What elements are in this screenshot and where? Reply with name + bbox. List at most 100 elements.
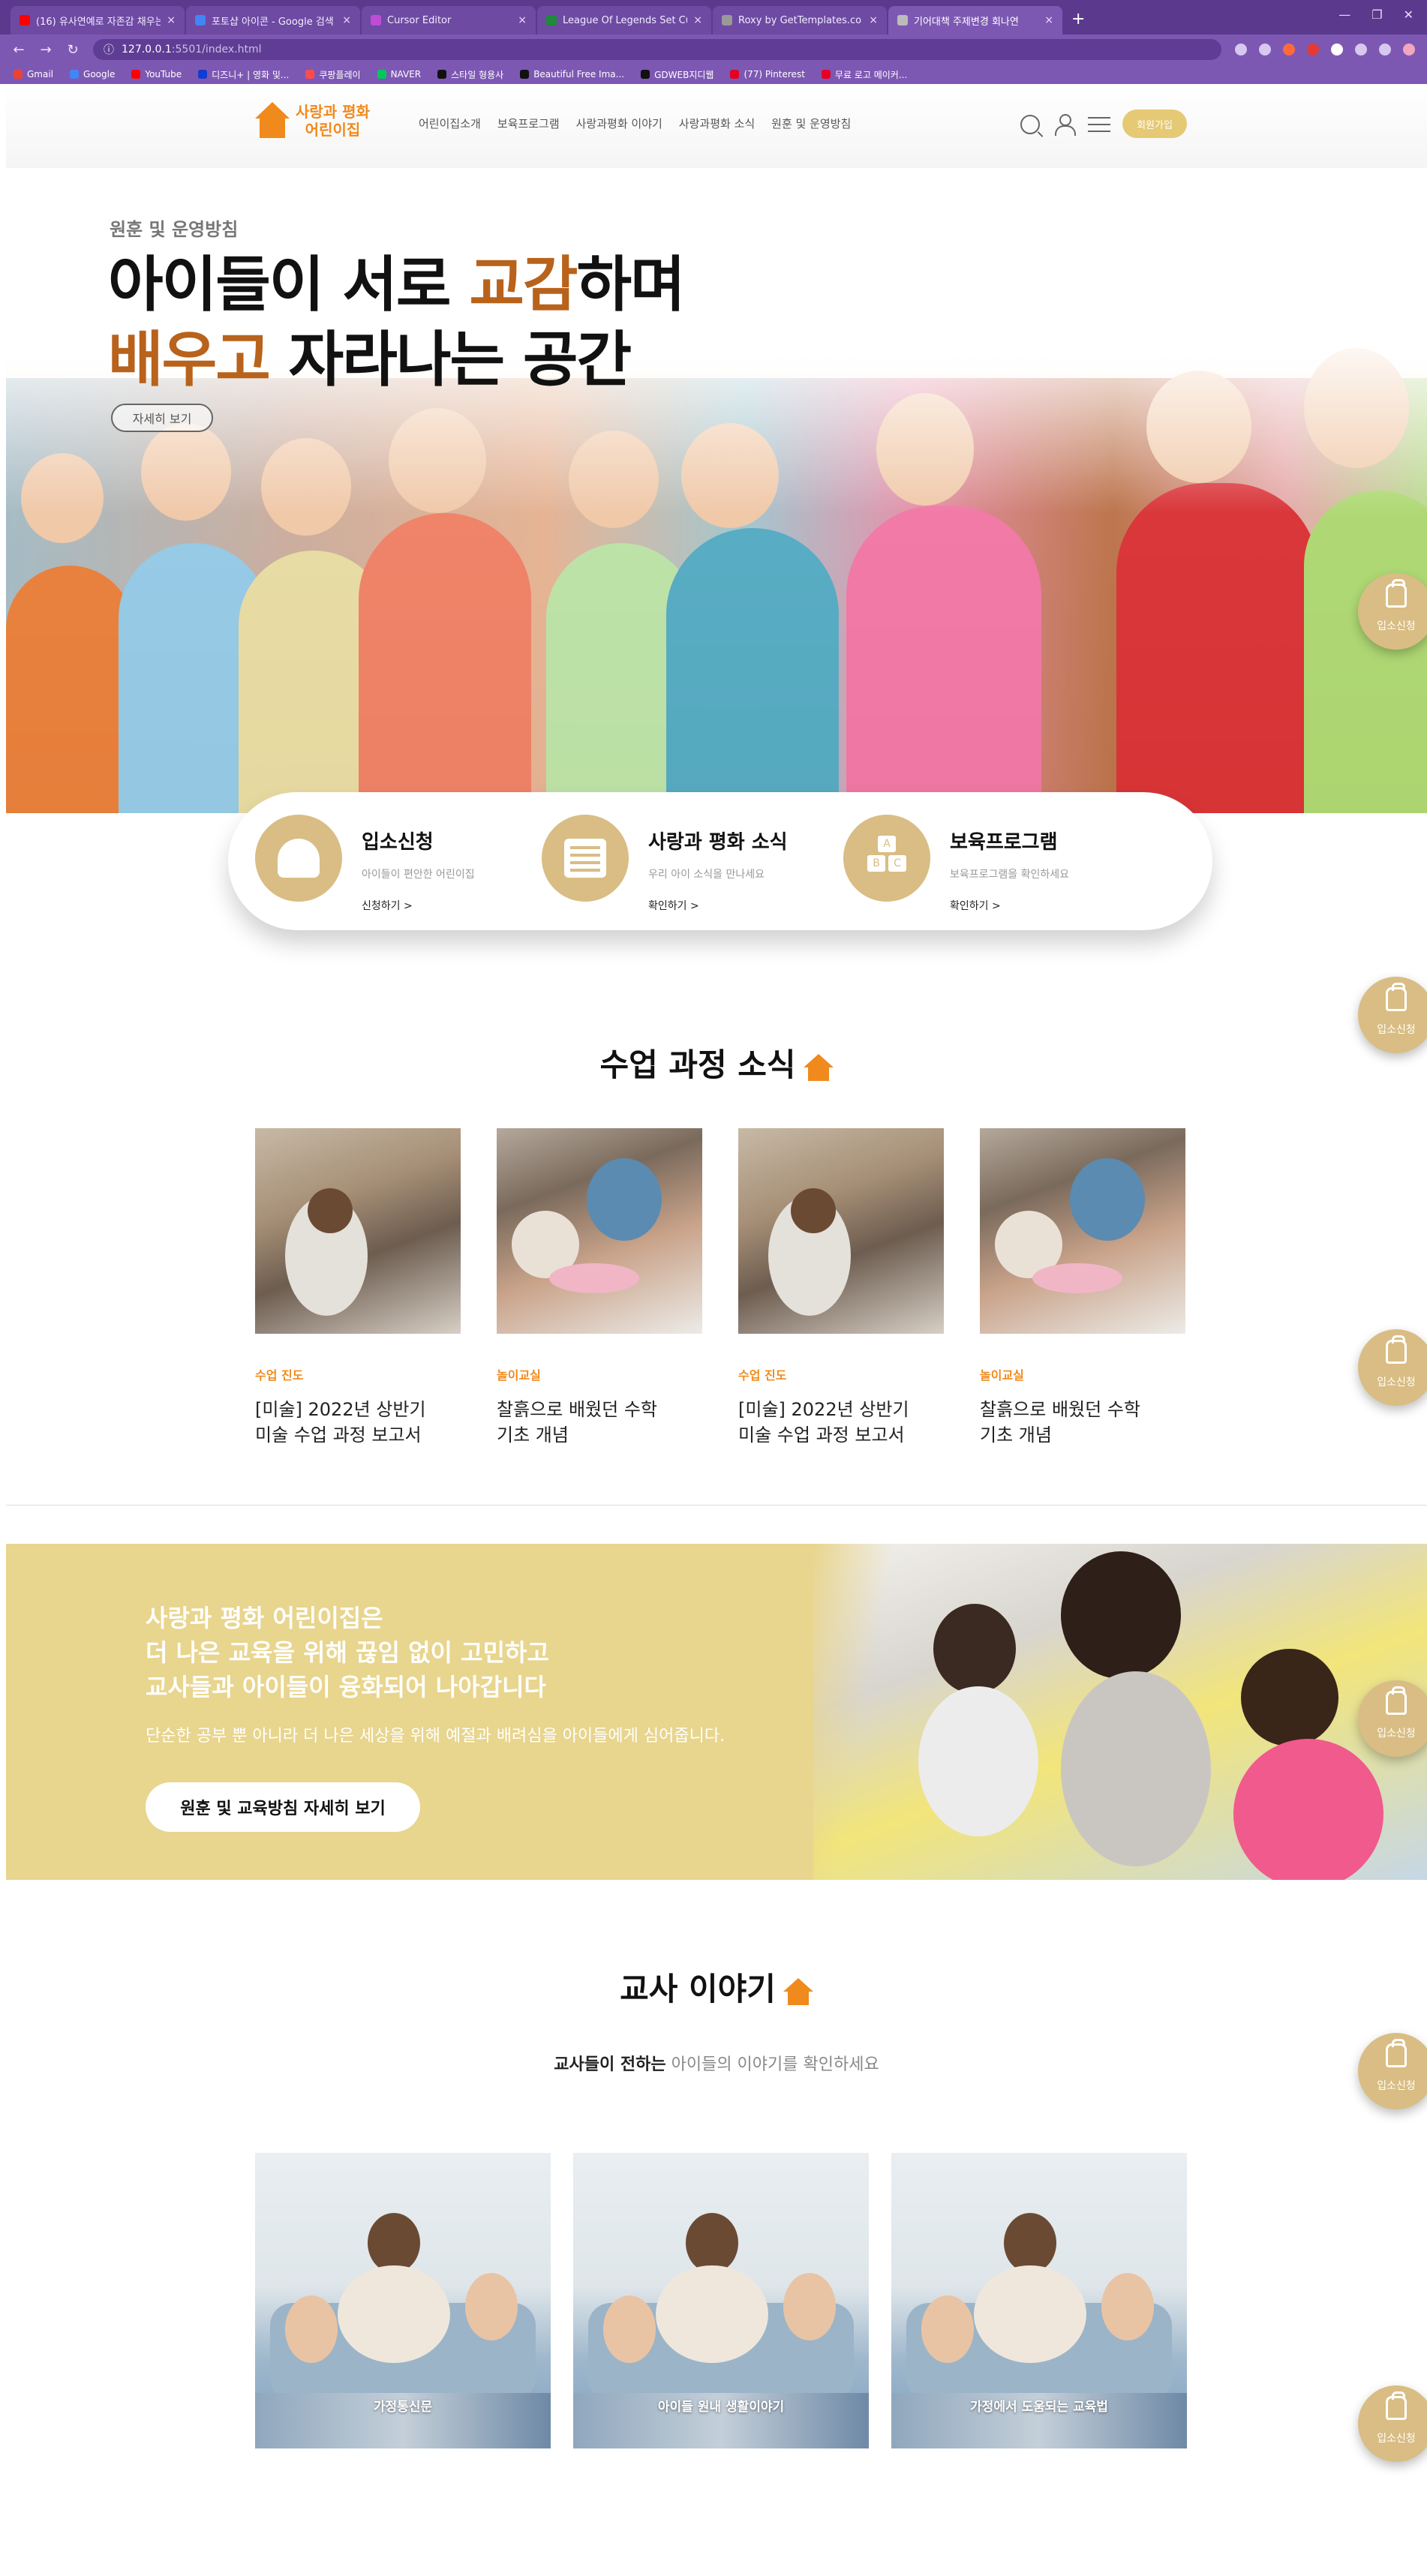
puzzle-icon[interactable]: [1355, 44, 1367, 56]
bookmark-item[interactable]: 디즈니+ | 영화 및...: [198, 68, 289, 81]
teacher-story-card[interactable]: 아이들 원내 생활이야기: [573, 2153, 869, 2448]
close-window-icon[interactable]: ✕: [1404, 8, 1413, 22]
favicon-icon: [20, 15, 30, 26]
favicon-icon: [722, 15, 732, 26]
close-icon[interactable]: ×: [167, 14, 176, 26]
bookmark-item[interactable]: Gmail: [14, 69, 53, 80]
favicon-icon: [195, 15, 206, 26]
nav-item-news[interactable]: 사랑과평화 소식: [679, 116, 755, 131]
close-icon[interactable]: ×: [342, 14, 351, 26]
close-icon[interactable]: ×: [869, 14, 878, 26]
sidebar-icon[interactable]: [1379, 44, 1391, 56]
bookmark-item[interactable]: YouTube: [131, 69, 182, 80]
favicon-icon: [546, 15, 557, 26]
nav-item-policy[interactable]: 원훈 및 운영방침: [771, 116, 851, 131]
teacher-story-card[interactable]: 가정에서 도움되는 교육법: [891, 2153, 1187, 2448]
bookmark-item[interactable]: 무료 로고 메이커...: [821, 68, 907, 81]
close-icon[interactable]: ×: [518, 14, 527, 26]
header-icons: [1020, 114, 1110, 136]
info-icon[interactable]: ⓘ: [104, 42, 114, 57]
extension-icons: [1235, 44, 1415, 56]
browser-tab[interactable]: Roxy by GetTemplates.co ×: [713, 6, 887, 35]
forward-icon[interactable]: →: [39, 42, 53, 58]
bookmark-item[interactable]: Google: [70, 69, 115, 80]
nav-item-about[interactable]: 어린이집소개: [419, 116, 481, 131]
house-icon: [783, 1977, 813, 2007]
teacher-story-card[interactable]: 가정통신문: [255, 2153, 551, 2448]
maximize-icon[interactable]: ❐: [1371, 8, 1382, 22]
bookmark-icon: [131, 70, 141, 79]
bookmark-star-icon[interactable]: [1259, 44, 1271, 56]
floating-apply-button[interactable]: 입소신청: [1358, 573, 1427, 650]
favicon-icon: [371, 15, 381, 26]
extension-icon[interactable]: [1331, 44, 1343, 56]
browser-tab-active[interactable]: 기어대책 주제변경 회나연 ×: [888, 6, 1062, 35]
back-icon[interactable]: ←: [12, 42, 26, 58]
nav-item-program[interactable]: 보육프로그램: [497, 116, 560, 131]
quick-item-news[interactable]: 사랑과 평화 소식 우리 아이 소식을 만나세요 확인하기 >: [542, 815, 788, 913]
backpack-icon: [1386, 1686, 1407, 1715]
philosophy-more-button[interactable]: 원훈 및 교육방침 자세히 보기: [146, 1782, 420, 1832]
floating-apply-button[interactable]: 입소신청: [1358, 2033, 1427, 2109]
address-bar[interactable]: ⓘ 127.0.0.1:5501/index.html: [93, 39, 1221, 60]
class-news-title: 수업 과정 소식: [6, 1040, 1427, 1085]
profile-avatar[interactable]: [1403, 44, 1415, 56]
quick-link[interactable]: 신청하기 >: [362, 898, 475, 913]
browser-tab[interactable]: League Of Legends Set Cursor×: [537, 6, 711, 35]
browser-toolbar: ← → ↻ ⓘ 127.0.0.1:5501/index.html: [0, 35, 1427, 65]
bookmark-item[interactable]: 스타일 형용사: [437, 68, 503, 81]
bookmark-item[interactable]: 쿠팡플레이: [305, 68, 361, 81]
minimize-icon[interactable]: —: [1338, 8, 1350, 22]
browser-tab[interactable]: (16) 유사연예로 자존감 채우는 ×: [11, 6, 185, 35]
news-card[interactable]: 수업 진도 [미술] 2022년 상반기 미술 수업 과정 보고서: [738, 1128, 944, 1448]
bookmark-item[interactable]: GDWEB지디웹: [641, 68, 714, 81]
news-card[interactable]: 놀이교실 찰흙으로 배웠던 수학 기초 개념: [497, 1128, 702, 1448]
favicon-icon: [897, 15, 908, 26]
logo-line1: 사랑과 평화: [296, 103, 370, 121]
new-tab-button[interactable]: +: [1071, 10, 1085, 29]
browser-tab[interactable]: Cursor Editor ×: [362, 6, 536, 35]
extension-icon[interactable]: [1283, 44, 1295, 56]
join-button[interactable]: 회원가입: [1122, 110, 1187, 138]
logo-line2: 어린이집: [305, 121, 361, 139]
bookmark-icon: [520, 70, 530, 79]
floating-apply-button[interactable]: 입소신청: [1358, 1329, 1427, 1406]
news-card[interactable]: 수업 진도 [미술] 2022년 상반기 미술 수업 과정 보고서: [255, 1128, 461, 1448]
news-thumbnail: [497, 1128, 702, 1334]
bookmark-item[interactable]: NAVER: [377, 69, 421, 80]
teacher-card-caption: 가정통신문: [373, 2400, 433, 2415]
hero-subtitle: 원훈 및 운영방침: [110, 219, 239, 240]
nav-item-story[interactable]: 사랑과평화 이야기: [576, 116, 662, 131]
bookmark-icon: [641, 70, 650, 79]
teacher-story-subtitle: 교사들이 전하는 아이들의 이야기를 확인하세요: [554, 2055, 879, 2074]
bookmark-item[interactable]: (77) Pinterest: [730, 69, 805, 80]
section-divider: [6, 1505, 1427, 1506]
main-nav: 어린이집소개 보육프로그램 사랑과평화 이야기 사랑과평화 소식 원훈 및 운영…: [419, 116, 851, 131]
news-card[interactable]: 놀이교실 찰흙으로 배웠던 수학 기초 개념: [980, 1128, 1185, 1448]
teacher-story-title: 교사 이야기: [6, 1964, 1427, 2010]
bookmark-icon: [821, 70, 831, 79]
browser-tab[interactable]: 포토샵 아이콘 - Google 검색 ×: [186, 6, 360, 35]
search-icon[interactable]: [1020, 115, 1040, 134]
extension-icon[interactable]: [1307, 44, 1319, 56]
quick-item-program[interactable]: ABC 보육프로그램 보육프로그램을 확인하세요 확인하기 >: [843, 815, 1069, 913]
quick-item-apply[interactable]: 입소신청 아이들이 편안한 어린이집 신청하기 >: [255, 815, 475, 913]
floating-apply-button[interactable]: 입소신청: [1358, 2385, 1427, 2462]
hero-more-button[interactable]: 자세히 보기: [111, 404, 213, 432]
quick-link[interactable]: 확인하기 >: [950, 898, 1069, 913]
floating-apply-button[interactable]: 입소신청: [1358, 1680, 1427, 1757]
bookmark-icon: [198, 70, 208, 79]
bookmark-item[interactable]: Beautiful Free Ima...: [520, 69, 624, 80]
hamburger-menu-icon[interactable]: [1088, 117, 1110, 132]
reload-icon[interactable]: ↻: [66, 42, 80, 58]
quick-menu-card: 입소신청 아이들이 편안한 어린이집 신청하기 > 사랑과 평화 소식 우리 아…: [228, 792, 1212, 930]
close-icon[interactable]: ×: [1044, 14, 1053, 26]
share-icon[interactable]: [1235, 44, 1247, 56]
close-icon[interactable]: ×: [693, 14, 702, 26]
backpack-icon: [1386, 983, 1407, 1011]
user-icon[interactable]: [1053, 114, 1076, 136]
quick-link[interactable]: 확인하기 >: [648, 898, 788, 913]
site-logo[interactable]: 사랑과 평화 어린이집: [255, 102, 370, 140]
browser-tab-strip: (16) 유사연예로 자존감 채우는 × 포토샵 아이콘 - Google 검색 ×…: [0, 0, 1427, 35]
floating-apply-button[interactable]: 입소신청: [1358, 977, 1427, 1053]
